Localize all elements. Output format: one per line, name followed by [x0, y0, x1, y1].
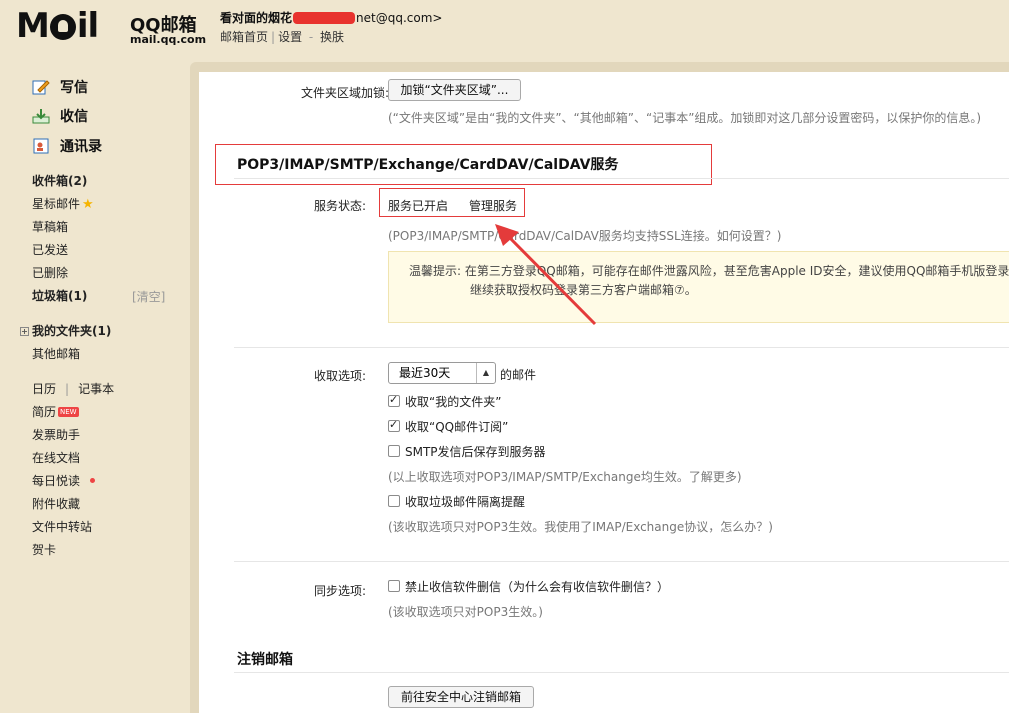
- sidebar-item-deleted[interactable]: 已删除: [32, 265, 68, 281]
- mail-home-link[interactable]: 邮箱首页: [220, 30, 268, 44]
- checkbox[interactable]: [388, 495, 400, 507]
- divider: [234, 178, 1009, 179]
- divider: [234, 561, 1009, 562]
- sync-hint: (该收取选项只对POP3生效。): [388, 605, 543, 619]
- user-email: net@qq.com>: [356, 11, 443, 25]
- starred-label: 星标邮件: [32, 197, 81, 211]
- warning-notice: 温馨提示: 在第三方登录QQ邮箱，可能存在邮件泄露风险，甚至危害Apple ID…: [388, 251, 1009, 323]
- opt-qq-subscription[interactable]: 收取“QQ邮件订阅”: [388, 418, 508, 435]
- inbox-download-icon: [32, 108, 50, 124]
- settings-panel: 文件夹区域加锁: 加锁“文件夹区域”... (“文件夹区域”是由“我的文件夹”、…: [199, 72, 1009, 713]
- expand-icon[interactable]: +: [20, 327, 29, 336]
- sidebar-item-resume[interactable]: 简历 NEW: [32, 404, 79, 420]
- contacts-button[interactable]: 通讯录: [32, 135, 102, 159]
- user-name: 看对面的烟花: [220, 11, 293, 25]
- sidebar-item-junk[interactable]: 垃圾箱(1): [32, 288, 87, 304]
- top-links: 邮箱首页 | 设置 - 换肤: [220, 28, 344, 45]
- opt-forbid-delete-label: 禁止收信软件删信（为什么会有收信软件删信？）: [405, 580, 670, 594]
- folder-lock-hint: (“文件夹区域”是由“我的文件夹”、“其他邮箱”、“记事本”组成。加锁即对这几部…: [388, 111, 982, 125]
- logo-domain: mail.qq.com: [130, 33, 207, 46]
- cancel-mailbox-button[interactable]: 前往安全中心注销邮箱: [388, 686, 534, 708]
- sidebar-item-starred[interactable]: 星标邮件 ★: [32, 196, 94, 213]
- select-arrows-icon: ▲: [476, 363, 495, 383]
- opt-qq-subscription-label: 收取“QQ邮件订阅”: [405, 420, 509, 434]
- checkbox-checked[interactable]: [388, 418, 400, 432]
- new-badge: NEW: [58, 407, 79, 417]
- folder-lock-label: 文件夹区域加锁:: [300, 86, 389, 100]
- separator: |: [271, 30, 276, 44]
- compose-button[interactable]: 写信: [32, 76, 88, 100]
- compose-label: 写信: [60, 80, 88, 96]
- sidebar-item-calendar[interactable]: 日历: [32, 382, 56, 396]
- sidebar-item-transfer[interactable]: 文件中转站: [32, 519, 92, 535]
- receive-range-value: 最近30天: [399, 366, 451, 380]
- address-book-icon: [32, 138, 50, 154]
- star-icon: ★: [82, 197, 94, 212]
- sidebar-item-cards[interactable]: 贺卡: [32, 542, 56, 558]
- resume-label: 简历: [32, 405, 57, 419]
- my-folders-label: 我的文件夹(1): [32, 324, 112, 338]
- opt-smtp-save-label: SMTP发信后保存到服务器: [405, 445, 546, 459]
- divider: [234, 672, 1009, 673]
- settings-link[interactable]: 设置: [278, 30, 302, 44]
- sidebar: 写信 收信 通讯录 收件箱(2) 星标邮件 ★ 草稿箱 已发送 已删除 垃圾箱(1…: [0, 62, 190, 713]
- checkbox[interactable]: [388, 580, 400, 592]
- contacts-label: 通讯录: [60, 139, 102, 155]
- receive-hint-1: (以上收取选项对POP3/IMAP/SMTP/Exchange均生效。了解更多): [388, 470, 742, 484]
- opt-smtp-save[interactable]: SMTP发信后保存到服务器: [388, 443, 546, 460]
- qq-mail-logo[interactable]: Mil QQ邮箱 mail.qq.com: [16, 6, 207, 48]
- sidebar-item-other-mail[interactable]: 其他邮箱: [32, 346, 80, 362]
- redaction-mark: [293, 12, 356, 24]
- receive-button[interactable]: 收信: [32, 105, 88, 129]
- separator: |: [65, 382, 70, 396]
- service-status-value: 服务已开启: [388, 199, 449, 213]
- checkbox-checked[interactable]: [388, 393, 400, 407]
- header: Mil QQ邮箱 mail.qq.com 看对面的烟花 net@qq.com> 邮…: [0, 0, 1009, 62]
- divider: [234, 347, 1009, 348]
- separator: -: [305, 30, 318, 44]
- opt-my-folders[interactable]: 收取“我的文件夹”: [388, 393, 501, 410]
- opt-spam-alert[interactable]: 收取垃圾邮件隔离提醒: [388, 493, 525, 510]
- sidebar-item-inbox[interactable]: 收件箱(2): [32, 173, 87, 189]
- daily-label: 每日悦读: [32, 474, 81, 488]
- receive-range-select[interactable]: 最近30天 ▲: [388, 362, 496, 384]
- service-status-label: 服务状态:: [313, 199, 366, 213]
- pop-section-title: POP3/IMAP/SMTP/Exchange/CardDAV/CalDAV服务: [237, 157, 619, 173]
- compose-icon: [32, 79, 50, 95]
- folder-lock-button[interactable]: 加锁“文件夹区域”...: [388, 79, 521, 101]
- sidebar-item-notes[interactable]: 记事本: [78, 382, 114, 396]
- sidebar-calendar-notes: 日历 | 记事本: [32, 381, 114, 397]
- sidebar-item-sent[interactable]: 已发送: [32, 242, 68, 258]
- annotation-arrow-icon: [495, 224, 597, 326]
- checkbox[interactable]: [388, 445, 400, 457]
- unread-dot-icon: [90, 478, 96, 483]
- user-account: 看对面的烟花 net@qq.com>: [220, 9, 442, 26]
- opt-forbid-delete[interactable]: 禁止收信软件删信（为什么会有收信软件删信？）: [388, 578, 669, 595]
- opt-my-folders-label: 收取“我的文件夹”: [405, 395, 502, 409]
- switch-skin-link[interactable]: 换肤: [320, 30, 344, 44]
- cancel-section-title: 注销邮箱: [237, 652, 293, 668]
- sidebar-item-daily[interactable]: 每日悦读: [32, 473, 96, 489]
- clear-junk-link[interactable]: [清空]: [132, 288, 165, 305]
- sync-options-label: 同步选项:: [313, 584, 366, 598]
- receive-range-suffix: 的邮件: [500, 368, 537, 382]
- receive-options-label: 收取选项:: [313, 369, 366, 383]
- sidebar-item-my-folders[interactable]: + 我的文件夹(1): [20, 323, 111, 339]
- manage-service-link[interactable]: 管理服务: [469, 197, 517, 214]
- sidebar-item-docs[interactable]: 在线文档: [32, 450, 80, 466]
- logo-mail-mark: Mil: [16, 6, 99, 46]
- sidebar-item-invoice[interactable]: 发票助手: [32, 427, 80, 443]
- receive-hint-2: (该收取选项只对POP3生效。我使用了IMAP/Exchange协议，怎么办？): [388, 520, 773, 534]
- opt-spam-alert-label: 收取垃圾邮件隔离提醒: [405, 495, 526, 509]
- sidebar-item-attachments[interactable]: 附件收藏: [32, 496, 80, 512]
- sidebar-item-drafts[interactable]: 草稿箱: [32, 219, 68, 235]
- receive-label: 收信: [60, 109, 88, 125]
